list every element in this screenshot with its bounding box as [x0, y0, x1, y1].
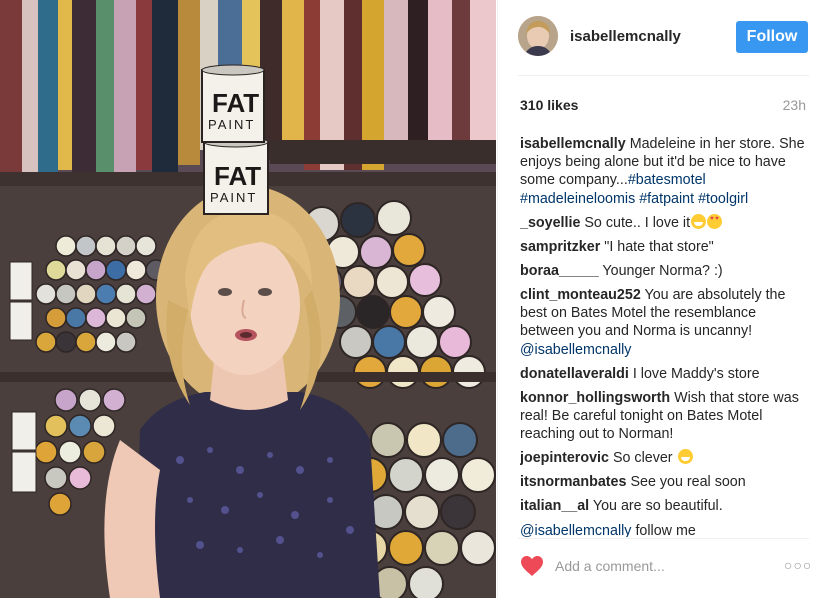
list-item: joepinterovic So clever: [520, 449, 810, 467]
comment-username[interactable]: boraa_____: [520, 263, 599, 279]
list-item: sampritzker "I hate that store": [520, 238, 810, 256]
hashtag-link[interactable]: #fatpaint: [639, 191, 694, 207]
hashtag-link[interactable]: #madeleineloomis: [520, 191, 635, 207]
comment-username[interactable]: clint_monteau252: [520, 287, 641, 303]
divider: [518, 75, 809, 76]
likes-count[interactable]: 310 likes: [520, 97, 578, 113]
comment-text: So clever: [612, 450, 673, 467]
hashtag-link[interactable]: #toolgirl: [698, 191, 748, 207]
list-item: itsnormanbates See you real soon: [520, 473, 810, 491]
post-author-username[interactable]: isabellemcnally: [570, 28, 681, 45]
post-timestamp[interactable]: 23h: [783, 97, 806, 113]
divider: [518, 538, 809, 539]
list-item: donatellaveraldi I love Maddy's store: [520, 365, 810, 383]
comment-text: You are so beautiful.: [592, 498, 723, 515]
grin-emoji-icon: [691, 213, 707, 229]
avatar-image: [518, 16, 558, 56]
caption: isabellemcnally Madeleine in her store. …: [520, 135, 810, 208]
comment-username[interactable]: donatellaveraldi: [520, 366, 629, 382]
list-item: boraa_____ Younger Norma? :): [520, 262, 810, 280]
comment-username[interactable]: konnor_hollingsworth: [520, 390, 670, 406]
hashtag-link[interactable]: #batesmotel: [628, 172, 706, 188]
comment-username[interactable]: itsnormanbates: [520, 474, 626, 490]
more-options-icon[interactable]: ○○○: [784, 558, 811, 572]
list-item: _soyellie So cute.. I love it: [520, 213, 810, 232]
mention-link[interactable]: @isabellemcnally: [520, 342, 631, 358]
comment-username[interactable]: sampritzker: [520, 239, 600, 255]
comment-text: See you real soon: [630, 474, 746, 491]
list-item: italian__al You are so beautiful.: [520, 497, 810, 515]
post-photo[interactable]: FAT PAINT FAT PAINT: [0, 0, 496, 598]
comment-text: "I hate that store": [604, 238, 714, 255]
list-item: @isabellemcnally follow me: [520, 522, 810, 537]
heart-icon[interactable]: [520, 555, 544, 577]
heart-eyes-emoji-icon: [707, 213, 723, 229]
comment-text: follow me: [635, 522, 696, 537]
mention-link[interactable]: @isabellemcnally: [520, 523, 631, 537]
comment-text: I love Maddy's store: [632, 365, 760, 382]
list-item: clint_monteau252 You are absolutely the …: [520, 286, 810, 359]
comment-username[interactable]: joepinterovic: [520, 450, 609, 466]
photo-scene: FAT PAINT FAT PAINT: [0, 0, 496, 598]
comment-username[interactable]: _soyellie: [520, 215, 580, 231]
smile-emoji-icon: [677, 449, 693, 465]
comment-username[interactable]: isabellemcnally: [520, 136, 626, 152]
paint-cans-on-head: FAT PAINT FAT PAINT: [201, 64, 269, 215]
list-item: konnor_hollingsworth Wish that store was…: [520, 389, 810, 444]
follow-button[interactable]: Follow: [736, 21, 808, 53]
can-label-paint: PAINT: [210, 190, 257, 205]
add-comment-input[interactable]: [555, 555, 785, 577]
comment-text: So cute.. I love it: [584, 214, 691, 231]
avatar[interactable]: [518, 16, 558, 56]
can-label-fat: FAT: [214, 161, 261, 191]
comment-text: Younger Norma? :): [602, 262, 723, 279]
post-side-panel: isabellemcnally Follow 310 likes 23h isa…: [497, 0, 828, 598]
comments-list: isabellemcnally Madeleine in her store. …: [520, 135, 810, 537]
comment-username[interactable]: italian__al: [520, 498, 589, 514]
can-label-paint-top: PAINT: [208, 117, 255, 132]
post-header: isabellemcnally Follow: [498, 0, 828, 75]
can-label-fat-top: FAT: [212, 88, 259, 118]
